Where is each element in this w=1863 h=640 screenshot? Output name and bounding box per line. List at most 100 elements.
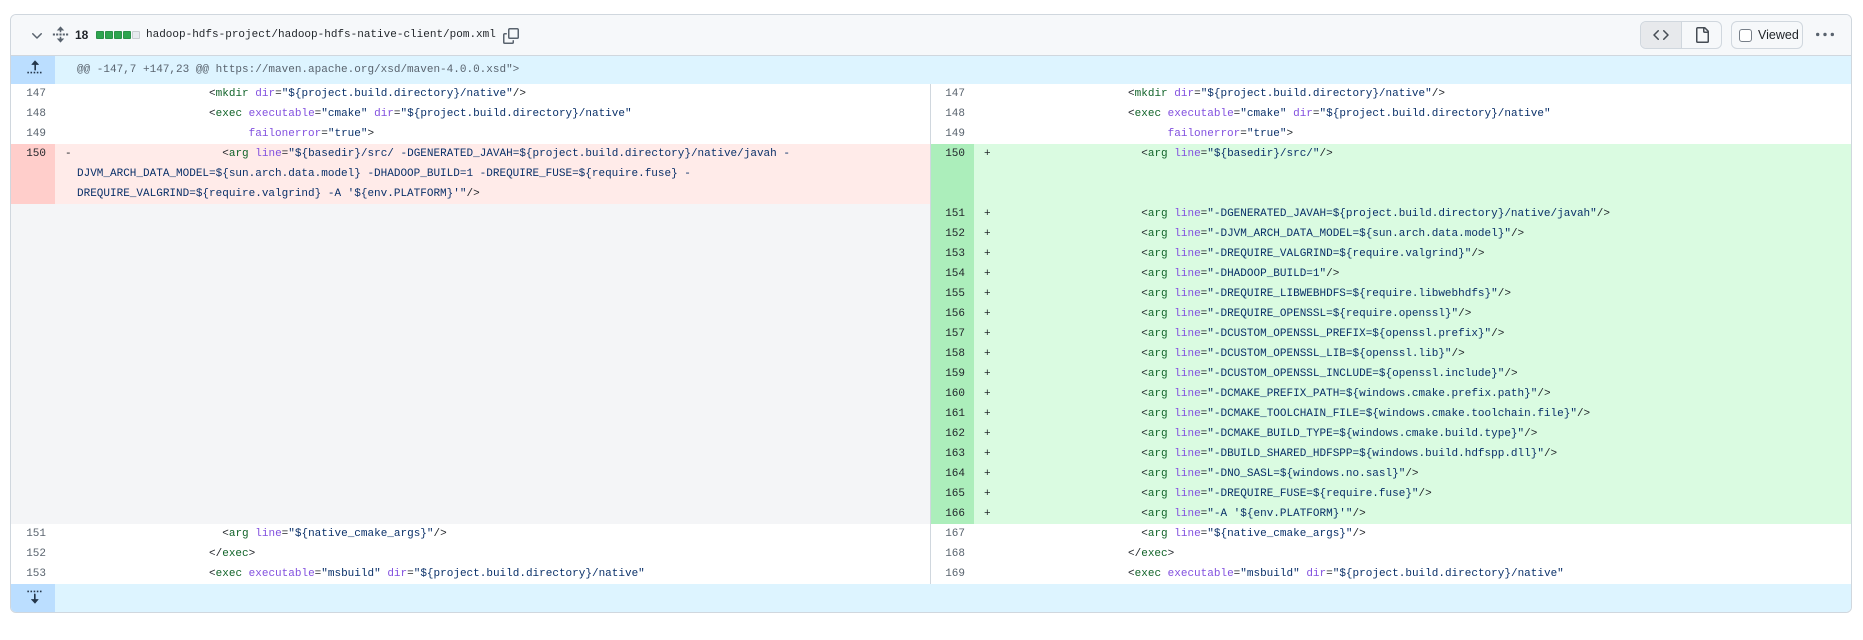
- file-options-button[interactable]: [1816, 26, 1834, 44]
- line-number[interactable]: 147: [11, 84, 55, 104]
- diff-row: 151 <arg line="${native_cmake_args}"/>16…: [11, 524, 1851, 544]
- expand-down-button[interactable]: [11, 584, 55, 612]
- diff-marker: +: [984, 144, 991, 164]
- diff-row: 148 <exec executable="cmake" dir="${proj…: [11, 104, 1851, 124]
- diff-row: 155+ <arg line="-DREQUIRE_LIBWEBHDFS=${r…: [11, 284, 1851, 304]
- line-number[interactable]: 155: [930, 284, 974, 304]
- line-number[interactable]: 151: [11, 524, 55, 544]
- copy-icon: [503, 28, 519, 44]
- empty-cell: [11, 424, 930, 444]
- empty-cell: [11, 444, 930, 464]
- diff-marker: +: [984, 324, 991, 344]
- code-line: <exec executable="cmake" dir="${project.…: [974, 104, 1851, 124]
- diff-row: 156+ <arg line="-DREQUIRE_OPENSSL=${requ…: [11, 304, 1851, 324]
- line-number[interactable]: 153: [930, 244, 974, 264]
- diff-row: 151+ <arg line="-DGENERATED_JAVAH=${proj…: [11, 204, 1851, 224]
- code-line: + <arg line="-DCMAKE_BUILD_TYPE=${window…: [974, 424, 1851, 444]
- rich-view-button[interactable]: [1681, 22, 1721, 48]
- line-number[interactable]: 147: [930, 84, 974, 104]
- line-number[interactable]: 153: [11, 564, 55, 584]
- line-number[interactable]: 165: [930, 484, 974, 504]
- line-number[interactable]: 164: [930, 464, 974, 484]
- empty-cell: [11, 224, 930, 244]
- line-number[interactable]: 166: [930, 504, 974, 524]
- line-number[interactable]: 148: [930, 104, 974, 124]
- code-line: <arg line="${native_cmake_args}"/>: [974, 524, 1851, 544]
- line-number[interactable]: 152: [11, 544, 55, 564]
- code-line: + <arg line="-DREQUIRE_FUSE=${require.fu…: [974, 484, 1851, 504]
- line-number[interactable]: 149: [11, 124, 55, 144]
- empty-cell: [11, 404, 930, 424]
- line-number[interactable]: 151: [930, 204, 974, 224]
- expand-up-button[interactable]: [11, 56, 55, 84]
- diff-row: 154+ <arg line="-DHADOOP_BUILD=1"/>: [11, 264, 1851, 284]
- line-number[interactable]: 152: [930, 224, 974, 244]
- viewed-button[interactable]: Viewed: [1731, 21, 1803, 49]
- diffstat-square-added: [123, 31, 131, 39]
- line-number[interactable]: 169: [930, 564, 974, 584]
- diff-row: 164+ <arg line="-DNO_SASL=${windows.no.s…: [11, 464, 1851, 484]
- line-number[interactable]: 149: [930, 124, 974, 144]
- diff-row: 153+ <arg line="-DREQUIRE_VALGRIND=${req…: [11, 244, 1851, 264]
- code-line: <mkdir dir="${project.build.directory}/n…: [974, 84, 1851, 104]
- empty-cell: [11, 324, 930, 344]
- line-number[interactable]: 150: [11, 144, 55, 204]
- code-line: + <arg line="-DNO_SASL=${windows.no.sasl…: [974, 464, 1851, 484]
- viewed-checkbox[interactable]: [1739, 29, 1752, 42]
- empty-cell: [11, 204, 930, 224]
- code-icon: [1653, 27, 1669, 43]
- diff-marker: +: [984, 364, 991, 384]
- diff-marker: +: [984, 484, 991, 504]
- diff-marker: +: [984, 304, 991, 324]
- source-view-button[interactable]: [1641, 22, 1681, 48]
- line-number[interactable]: 160: [930, 384, 974, 404]
- code-line: + <arg line="-DCUSTOM_OPENSSL_LIB=${open…: [974, 344, 1851, 364]
- code-line: <mkdir dir="${project.build.directory}/n…: [55, 84, 930, 104]
- diff-row: 161+ <arg line="-DCMAKE_TOOLCHAIN_FILE=$…: [11, 404, 1851, 424]
- code-line: + <arg line="-DREQUIRE_VALGRIND=${requir…: [974, 244, 1851, 264]
- line-number[interactable]: 158: [930, 344, 974, 364]
- line-number[interactable]: 162: [930, 424, 974, 444]
- code-line: + <arg line="-A '${env.PLATFORM}'"/>: [974, 504, 1851, 524]
- line-number[interactable]: 148: [11, 104, 55, 124]
- diff-row: 157+ <arg line="-DCUSTOM_OPENSSL_PREFIX=…: [11, 324, 1851, 344]
- diff-row: 150- <arg line="${basedir}/src/ -DGENERA…: [11, 144, 1851, 204]
- diff-row: 158+ <arg line="-DCUSTOM_OPENSSL_LIB=${o…: [11, 344, 1851, 364]
- diff-row: 162+ <arg line="-DCMAKE_BUILD_TYPE=${win…: [11, 424, 1851, 444]
- empty-cell: [11, 344, 930, 364]
- copy-path-button[interactable]: [503, 28, 519, 44]
- line-number[interactable]: 159: [930, 364, 974, 384]
- code-line: failonerror="true">: [974, 124, 1851, 144]
- empty-cell: [11, 484, 930, 504]
- diff-row: 153 <exec executable="msbuild" dir="${pr…: [11, 564, 1851, 584]
- code-line: + <arg line="-DGENERATED_JAVAH=${project…: [974, 204, 1851, 224]
- line-number[interactable]: 154: [930, 264, 974, 284]
- code-line: </exec>: [974, 544, 1851, 564]
- diff-marker: -: [65, 144, 72, 164]
- viewed-label: Viewed: [1758, 28, 1799, 42]
- diff-row: 159+ <arg line="-DCUSTOM_OPENSSL_INCLUDE…: [11, 364, 1851, 384]
- file-drag-handle: [52, 26, 69, 43]
- diff-row: 166+ <arg line="-A '${env.PLATFORM}'"/>: [11, 504, 1851, 524]
- line-number[interactable]: 168: [930, 544, 974, 564]
- diff-marker: +: [984, 224, 991, 244]
- line-number[interactable]: 157: [930, 324, 974, 344]
- changed-lines-count: 18: [75, 15, 88, 55]
- line-number[interactable]: 163: [930, 444, 974, 464]
- diff-row: 160+ <arg line="-DCMAKE_PREFIX_PATH=${wi…: [11, 384, 1851, 404]
- code-line: + <arg line="-DCMAKE_PREFIX_PATH=${windo…: [974, 384, 1851, 404]
- line-number[interactable]: 161: [930, 404, 974, 424]
- code-line: failonerror="true">: [55, 124, 930, 144]
- code-line: <arg line="${native_cmake_args}"/>: [55, 524, 930, 544]
- line-number[interactable]: 150: [930, 144, 974, 204]
- code-line: <exec executable="cmake" dir="${project.…: [55, 104, 930, 124]
- file-icon: [1694, 27, 1710, 43]
- line-number[interactable]: 167: [930, 524, 974, 544]
- diff-row: 163+ <arg line="-DBUILD_SHARED_HDFSPP=${…: [11, 444, 1851, 464]
- collapse-file-button[interactable]: [29, 28, 45, 44]
- diffstat-square-added: [96, 31, 104, 39]
- chevron-down-icon: [29, 28, 45, 44]
- split-diff-table: @@ -147,7 +147,23 @@ https://maven.apach…: [11, 56, 1851, 612]
- hunk-header: @@ -147,7 +147,23 @@ https://maven.apach…: [55, 56, 1851, 84]
- line-number[interactable]: 156: [930, 304, 974, 324]
